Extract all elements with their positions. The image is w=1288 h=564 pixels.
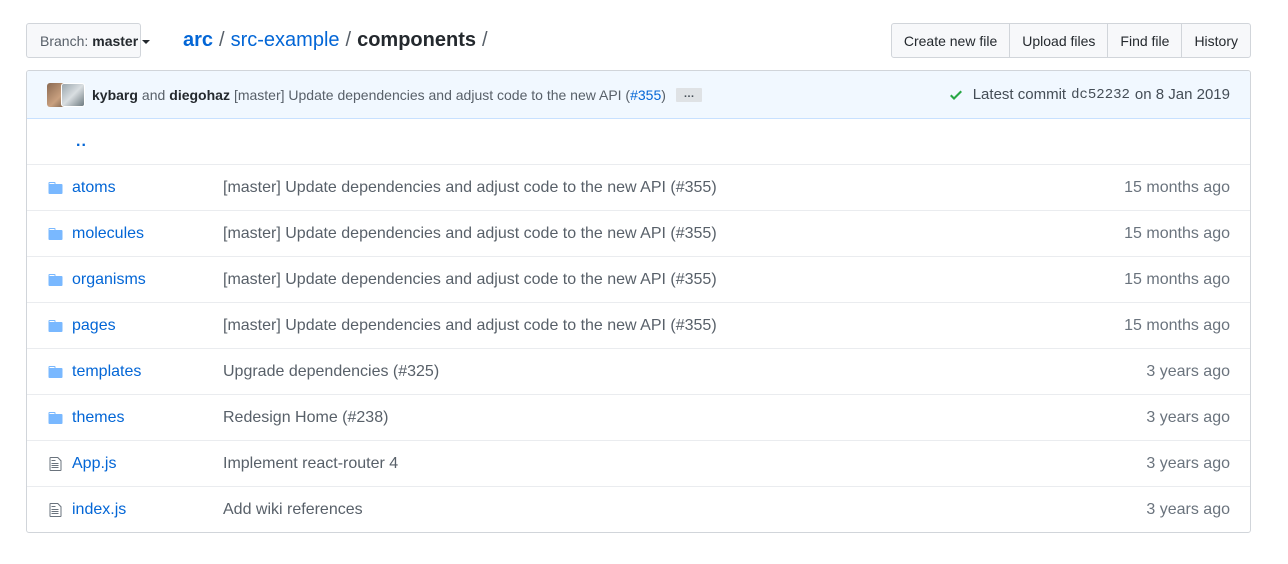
file-name-link[interactable]: index.js (72, 501, 126, 519)
file-name-link[interactable]: organisms (72, 271, 146, 289)
commit-author-link[interactable]: diegohaz (169, 87, 230, 103)
file-commit-message: Redesign Home (#238) (223, 409, 388, 427)
file-age: 15 months ago (1124, 224, 1230, 242)
file-name-link[interactable]: templates (72, 363, 141, 381)
file-list: kybarg and diegohaz [master] Update depe… (26, 70, 1251, 533)
table-row: templates Upgrade dependencies (#325) 3 ye… (27, 348, 1250, 394)
folder-icon (47, 364, 64, 380)
file-commit-message-link[interactable]: [master] Update dependencies and adjust … (223, 317, 717, 334)
file-age: 15 months ago (1124, 316, 1230, 334)
file-age: 3 years ago (1146, 454, 1230, 472)
breadcrumb-current: components (357, 28, 476, 51)
file-commit-message-link[interactable]: Implement react-router 4 (223, 455, 398, 472)
branch-select-button[interactable]: Branch: master (26, 23, 151, 58)
expand-commit-button[interactable]: … (675, 87, 702, 102)
commit-message-text: [master] Update dependencies and adjust … (233, 86, 631, 103)
file-commit-message: Implement react-router 4 (223, 455, 398, 473)
file-rows: .. atoms [master] Update dependencies and… (27, 119, 1250, 532)
folder-icon (47, 410, 64, 426)
commit-meta: Latest commit dc52232 on 8 Jan 2019 (948, 86, 1230, 103)
avatar[interactable] (61, 82, 85, 107)
file-commit-message: [master] Update dependencies and adjust … (223, 179, 717, 197)
commit-and-text: and (141, 86, 166, 103)
breadcrumb-separator: / (345, 28, 352, 51)
branch-name: master (92, 32, 139, 49)
breadcrumb-src-example-link[interactable]: src-example (231, 29, 340, 52)
file-commit-message-link[interactable]: Upgrade dependencies (#325) (223, 363, 439, 380)
table-row: atoms [master] Update dependencies and ad… (27, 164, 1250, 210)
file-age: 15 months ago (1124, 178, 1230, 196)
file-age: 3 years ago (1146, 500, 1230, 518)
table-row: themes Redesign Home (#238) 3 years ago (27, 394, 1250, 440)
table-row: index.js Add wiki references 3 years ago (27, 486, 1250, 532)
file-name-link[interactable]: App.js (72, 455, 116, 473)
file-actions-group: Create new file Upload files Find file H… (890, 23, 1251, 58)
upload-files-button[interactable]: Upload files (1009, 23, 1109, 58)
commit-author-link[interactable]: kybarg (92, 87, 138, 103)
file-icon (47, 502, 64, 518)
file-name-link[interactable]: pages (72, 317, 116, 335)
breadcrumb-separator: / (219, 28, 225, 51)
file-commit-message: Add wiki references (223, 501, 363, 519)
folder-icon (47, 272, 64, 288)
file-commit-message-link[interactable]: Redesign Home (#238) (223, 409, 388, 426)
history-button[interactable]: History (1181, 23, 1251, 58)
file-icon (47, 456, 64, 472)
caret-down-icon (142, 39, 151, 44)
file-commit-message-link[interactable]: [master] Update dependencies and adjust … (223, 225, 717, 242)
table-row: molecules [master] Update dependencies an… (27, 210, 1250, 256)
folder-icon (47, 318, 64, 334)
file-commit-message-link[interactable]: [master] Update dependencies and adjust … (223, 271, 717, 288)
file-name-link[interactable]: atoms (72, 179, 116, 197)
commit-message-end: ) (661, 86, 666, 103)
breadcrumb-root-link[interactable]: arc (183, 29, 213, 52)
latest-commit-bar: kybarg and diegohaz [master] Update depe… (27, 71, 1250, 119)
file-commit-message-link[interactable]: [master] Update dependencies and adjust … (223, 179, 717, 196)
folder-icon (47, 226, 64, 242)
commit-avatars (47, 82, 85, 108)
parent-directory-link[interactable]: .. (76, 133, 87, 151)
breadcrumb: arc / src-example / components / (183, 26, 494, 54)
commit-sha-link[interactable]: dc52232 (1071, 87, 1130, 103)
parent-directory-row: .. (27, 119, 1250, 164)
file-commit-message: [master] Update dependencies and adjust … (223, 225, 717, 243)
commit-date: on 8 Jan 2019 (1134, 86, 1230, 103)
find-file-button[interactable]: Find file (1107, 23, 1183, 58)
file-commit-message-link[interactable]: Add wiki references (223, 501, 363, 518)
file-name-link[interactable]: themes (72, 409, 124, 427)
create-new-file-button[interactable]: Create new file (890, 23, 1011, 58)
latest-commit-label: Latest commit (972, 86, 1067, 103)
table-row: pages [master] Update dependencies and ad… (27, 302, 1250, 348)
file-commit-message: [master] Update dependencies and adjust … (223, 317, 717, 335)
commit-message: [master] Update dependencies and adjust … (234, 87, 666, 103)
file-commit-message: Upgrade dependencies (#325) (223, 363, 439, 381)
table-row: App.js Implement react-router 4 3 years ag… (27, 440, 1250, 486)
file-name-link[interactable]: molecules (72, 225, 144, 243)
file-age: 3 years ago (1146, 362, 1230, 380)
folder-icon (47, 180, 64, 196)
branch-prefix: Branch: (40, 32, 89, 49)
repo-toolbar: Branch: master arc / src-example / compo… (26, 23, 1251, 58)
table-row: organisms [master] Update dependencies an… (27, 256, 1250, 302)
file-age: 15 months ago (1124, 270, 1230, 288)
file-commit-message: [master] Update dependencies and adjust … (223, 271, 717, 289)
check-icon (949, 90, 962, 100)
breadcrumb-separator: / (481, 28, 488, 51)
file-age: 3 years ago (1146, 408, 1230, 426)
commit-pr-link[interactable]: #355 (630, 87, 661, 103)
